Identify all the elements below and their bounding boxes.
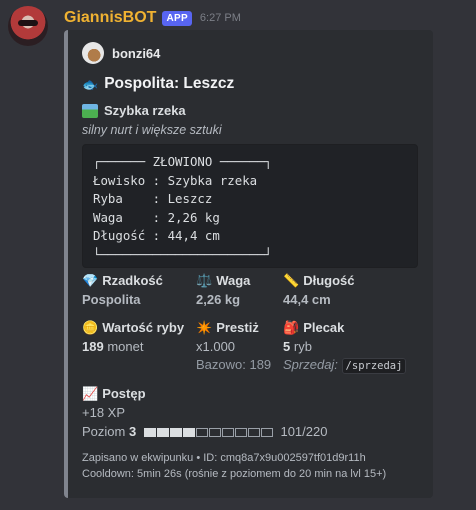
author-name[interactable]: bonzi64 [112, 46, 160, 61]
code-line: Waga : 2,26 kg [93, 209, 220, 225]
location-description: silny nurt i większe sztuki [82, 123, 222, 137]
backpack-unit: ryb [293, 339, 312, 354]
embed-footer: Zapisano w ekwipunku • ID: cmq8a7x9u0025… [82, 450, 386, 482]
xp-segment-filled [169, 428, 182, 438]
field-rarity: 💎 Rzadkość Pospolita [82, 273, 163, 307]
xp-progress-bar [143, 428, 273, 438]
xp-segment-empty [208, 428, 221, 438]
bot-avatar[interactable] [8, 6, 48, 46]
app-badge: APP [162, 10, 192, 26]
field-length-value: 44,4 cm [283, 292, 331, 307]
embed-title-text: Pospolita: Leszcz [104, 75, 235, 92]
code-line: ┌────── ZŁOWIONO ──────┐ [93, 154, 273, 169]
backpack-icon: 🎒 [283, 320, 300, 335]
xp-segment-empty [195, 428, 208, 438]
code-line: Długość : 44,4 cm [93, 228, 220, 243]
fish-value-unit: monet [107, 339, 144, 354]
code-line: └──────────────────────┘ [93, 246, 273, 262]
xp-segment-empty [234, 428, 247, 438]
field-backpack-sell: Sprzedaj: /sprzedaj [283, 357, 407, 374]
code-line: Łowisko : Szybka rzeka [93, 172, 258, 188]
backpack-sell-label: Sprzedaj: [283, 357, 338, 372]
coin-icon: 🪙 [82, 320, 99, 335]
backpack-number: 5 [283, 339, 291, 354]
field-length-label: Długość [303, 273, 355, 288]
message-timestamp[interactable]: 6:27 PM [200, 12, 241, 24]
location-title: Szybka rzeka [82, 103, 186, 118]
embed-author: bonzi64 [82, 42, 160, 64]
footer-line-saved: Zapisano w ekwipunku • ID: cmq8a7x9u0025… [82, 452, 366, 464]
catch-codeblock: ┌────── ZŁOWIONO ──────┐ Łowisko : Szybka… [82, 144, 418, 268]
scale-icon: ⚖️ [196, 273, 213, 288]
fish-value-number: 189 [82, 339, 104, 354]
embed-card: bonzi64 🐟 Pospolita: Leszcz Szybka rzeka… [64, 30, 433, 498]
chart-increasing-icon: 📈 [82, 386, 99, 401]
xp-segment-filled [143, 428, 156, 438]
field-rarity-value: Pospolita [82, 292, 141, 307]
river-image-icon [82, 103, 98, 118]
sell-command-chip[interactable]: /sprzedaj [341, 358, 407, 374]
xp-segment-empty [260, 428, 273, 438]
xp-segment-filled [182, 428, 195, 438]
bot-username[interactable]: GiannisBOT [64, 9, 156, 27]
progress-section: 📈 Postęp +18 XP Poziom 3 101/220 [82, 386, 327, 439]
field-fish-value: 🪙 Wartość ryby 189 monet [82, 320, 184, 354]
xp-segment-empty [221, 428, 234, 438]
location-title-text: Szybka rzeka [104, 103, 186, 118]
level-number: 3 [128, 424, 137, 439]
message-header: GiannisBOT APP 6:27 PM [64, 8, 241, 28]
level-prefix: Poziom [82, 424, 126, 439]
field-rarity-label: Rzadkość [102, 273, 163, 288]
xp-progress-text: 101/220 [280, 424, 328, 439]
author-avatar[interactable] [82, 42, 104, 64]
ruler-icon: 📏 [283, 273, 300, 288]
field-prestige-base: Bazowo: 189 [196, 357, 272, 372]
xp-gain: +18 XP [82, 405, 126, 420]
fish-icon: 🐟 [82, 76, 99, 92]
footer-line-cooldown: Cooldown: 5min 26s (rośnie z poziomem do… [82, 468, 387, 480]
field-prestige-label: Prestiż [216, 320, 259, 335]
embed-title: 🐟 Pospolita: Leszcz [82, 75, 234, 93]
field-fish-value-value: 189 monet [82, 339, 184, 354]
field-prestige-value: x1.000 [196, 339, 236, 354]
level-line: Poziom 3 101/220 [82, 424, 327, 439]
field-fish-value-label: Wartość ryby [102, 320, 185, 335]
field-backpack: 🎒 Plecak 5 ryb Sprzedaj: /sprzedaj [283, 320, 407, 374]
xp-segment-filled [156, 428, 169, 438]
field-weight: ⚖️ Waga 2,26 kg [196, 273, 250, 307]
field-backpack-value: 5 ryb [283, 339, 406, 354]
field-weight-value: 2,26 kg [196, 292, 241, 307]
code-line: Ryba : Leszcz [93, 191, 213, 206]
sparkle-icon: ✴️ [196, 320, 213, 335]
progress-label: Postęp [102, 386, 146, 401]
field-prestige: ✴️ Prestiż x1.000 Bazowo: 189 [196, 320, 271, 372]
xp-segment-empty [247, 428, 260, 438]
field-length: 📏 Długość 44,4 cm [283, 273, 354, 307]
field-weight-label: Waga [216, 273, 251, 288]
gem-icon: 💎 [82, 273, 99, 288]
field-backpack-label: Plecak [303, 320, 345, 335]
